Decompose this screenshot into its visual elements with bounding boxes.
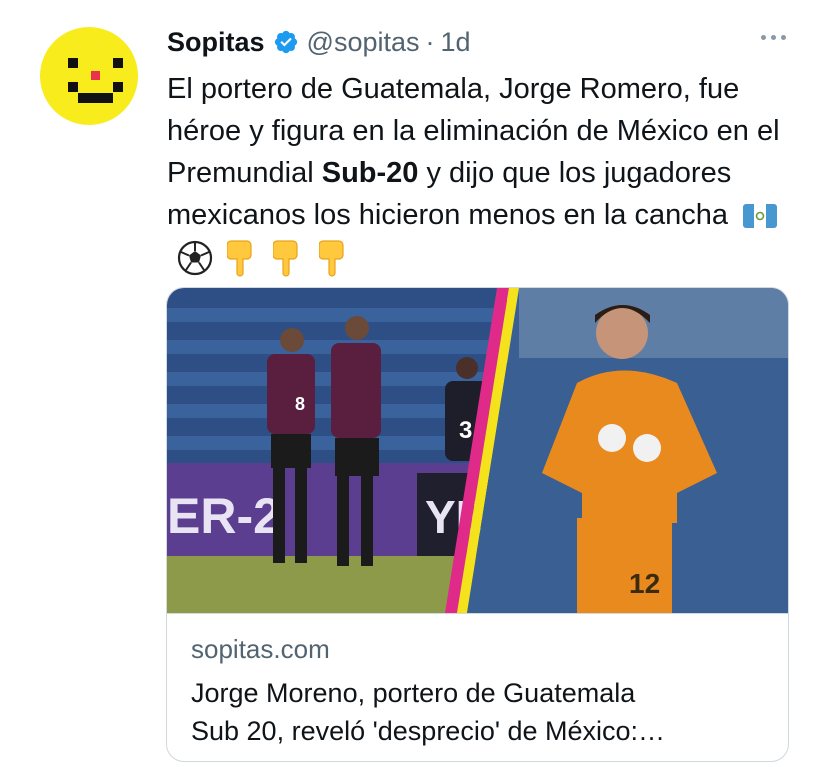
tweet-header: Sopitas @sopitas · 1d bbox=[167, 22, 471, 62]
jersey-keeper-number: 12 bbox=[629, 568, 660, 599]
card-domain: sopitas.com bbox=[191, 634, 330, 664]
tweet-text: El portero de Guatemala, Jorge Romero, f… bbox=[167, 68, 797, 278]
point-down-icon bbox=[273, 240, 298, 277]
more-options-icon[interactable] bbox=[759, 32, 789, 44]
point-down-icon bbox=[227, 240, 252, 277]
point-down-icon bbox=[319, 240, 344, 277]
separator-dot: · bbox=[425, 26, 435, 57]
jersey-right-number: 3 bbox=[459, 417, 472, 444]
card-meta: sopitas.com Jorge Moreno, portero de Gua… bbox=[167, 613, 788, 761]
avatar-mouth-right bbox=[113, 82, 123, 92]
guatemala-flag-icon bbox=[742, 204, 777, 229]
author-name[interactable]: Sopitas bbox=[167, 27, 265, 58]
avatar[interactable] bbox=[40, 27, 138, 125]
avatar-mouth-left bbox=[68, 82, 78, 92]
card-title-line1: Jorge Moreno, portero de Guatemala bbox=[191, 678, 636, 708]
card-title-line2: Sub 20, reveló 'desprecio' de México:… bbox=[191, 716, 666, 746]
author-handle[interactable]: @sopitas bbox=[307, 27, 420, 58]
card-title: Jorge Moreno, portero de Guatemala Sub 2… bbox=[191, 674, 771, 750]
link-preview-card[interactable]: ER-2 YES 8 3 bbox=[166, 287, 789, 762]
avatar-eye-right bbox=[113, 58, 123, 68]
verified-badge-icon bbox=[274, 30, 297, 54]
avatar-mouth-bottom bbox=[78, 93, 113, 103]
card-image: ER-2 YES 8 3 bbox=[167, 288, 788, 613]
avatar-eye-left bbox=[68, 58, 78, 68]
tweet[interactable]: Sopitas @sopitas · 1d El portero de Guat… bbox=[0, 0, 829, 767]
timestamp[interactable]: 1d bbox=[441, 27, 471, 58]
soccer-ball-icon bbox=[177, 241, 213, 276]
tweet-text-bold: Sub-20 bbox=[321, 157, 419, 189]
avatar-nose bbox=[91, 71, 100, 80]
jersey-left-number: 8 bbox=[295, 394, 305, 414]
banner-left-text: ER-2 bbox=[167, 488, 281, 544]
